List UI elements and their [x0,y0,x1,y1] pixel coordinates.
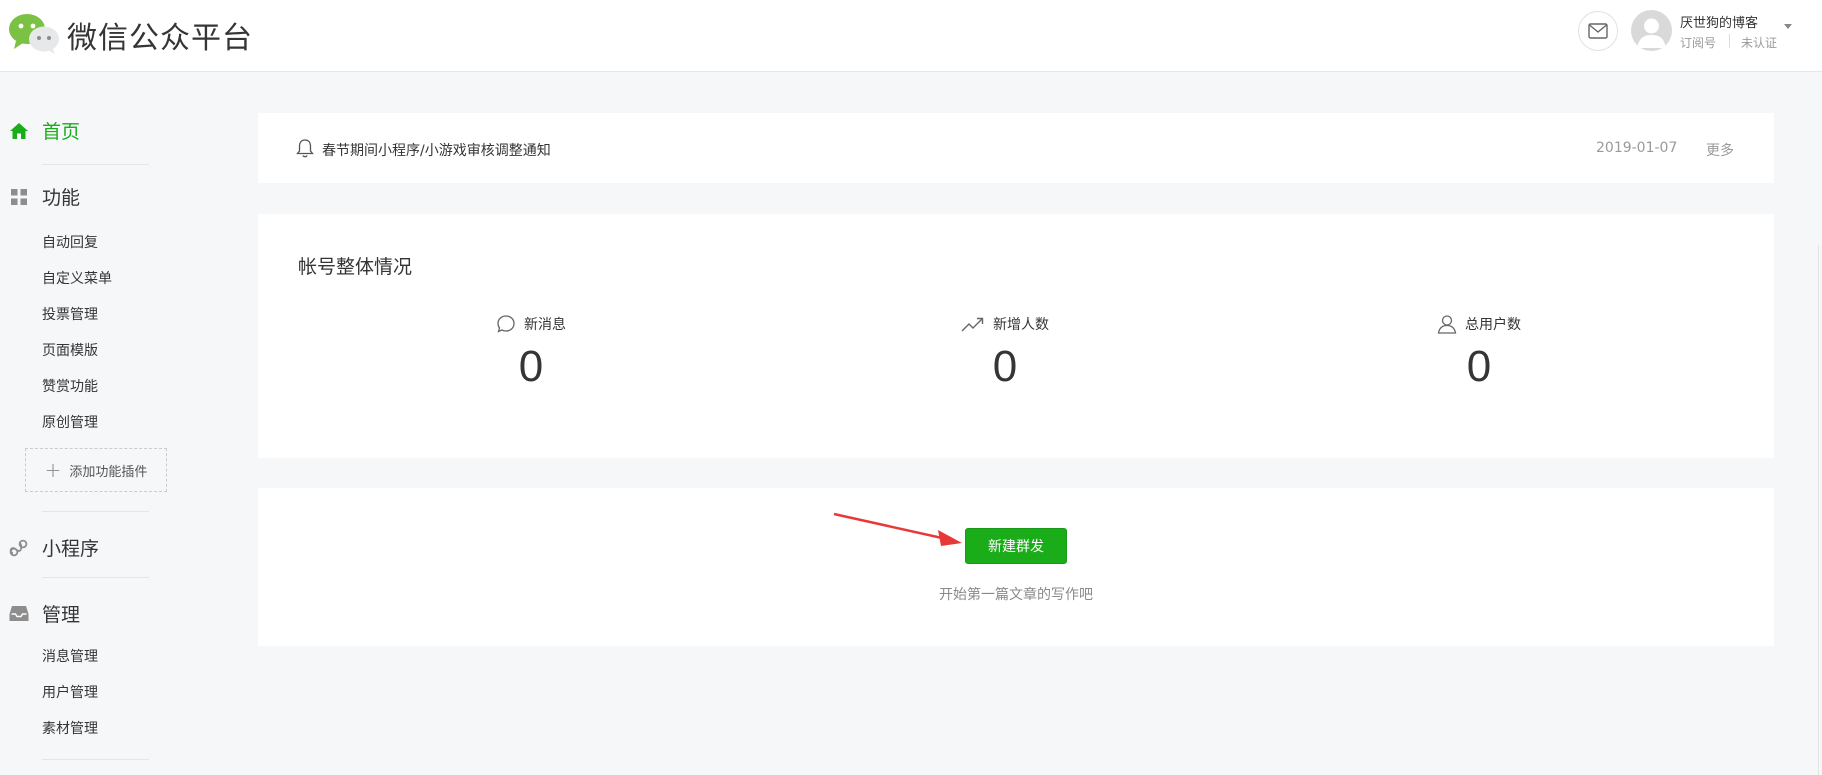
sidebar-item-custom-menu[interactable]: 自定义菜单 [42,268,112,288]
notice-date: 2019-01-07 [1596,140,1678,156]
top-header: 微信公众平台 厌世狗的博客 订阅号 未认证 [0,0,1822,72]
sidebar-divider [42,577,149,578]
overview-title: 帐号整体情况 [298,256,413,278]
sidebar-item-materials[interactable]: 素材管理 [42,718,98,738]
sidebar-divider [42,164,149,165]
notice-link[interactable]: 春节期间小程序/小游戏审核调整通知 [322,140,551,160]
brand-title[interactable]: 微信公众平台 [67,13,253,57]
new-broadcast-button[interactable]: 新建群发 [965,528,1067,564]
sidebar-divider [42,759,149,760]
account-overview-card: 帐号整体情况 新消息 0 新增人数 0 总用户数 0 [258,214,1774,458]
sidebar-item-messages[interactable]: 消息管理 [42,646,98,666]
sidebar-item-label: 管理 [42,604,81,626]
sidebar-item-label: 首页 [42,121,81,143]
compose-card: 新建群发 开始第一篇文章的写作吧 [258,488,1774,646]
user-icon [1437,314,1457,334]
sidebar-item-features[interactable]: 功能 [8,183,80,210]
sidebar-item-vote[interactable]: 投票管理 [42,304,98,324]
sidebar-item-page-template[interactable]: 页面模版 [42,340,98,360]
sidebar-item-auto-reply[interactable]: 自动回复 [42,232,98,252]
chevron-down-icon[interactable] [1784,24,1792,29]
wechat-logo [9,14,59,54]
sidebar-divider [42,511,149,512]
mail-icon [1588,23,1608,39]
sidebar: 首页 功能 自动回复 自定义菜单 投票管理 页面模版 赞赏功能 原创管理 + 添… [0,72,200,775]
sidebar-item-label: 小程序 [42,538,100,560]
miniprogram-icon [8,537,30,559]
home-icon [8,120,30,142]
trend-up-icon [961,315,985,333]
stat-new-messages[interactable]: 新消息 0 [421,314,641,392]
stat-value: 0 [992,342,1018,391]
avatar[interactable] [1631,10,1672,51]
sidebar-item-label: 功能 [42,187,81,209]
stat-label: 新增人数 [993,317,1049,333]
sidebar-item-original[interactable]: 原创管理 [42,412,98,432]
stat-value: 0 [518,342,544,391]
mail-button[interactable] [1578,11,1618,51]
account-name[interactable]: 厌世狗的博客 [1680,12,1758,31]
chat-bubble-icon [496,314,516,334]
stat-label: 新消息 [524,317,566,333]
sidebar-item-users[interactable]: 用户管理 [42,682,98,702]
stat-label: 总用户数 [1465,317,1521,333]
account-status: 未认证 [1741,36,1778,50]
sidebar-item-management[interactable]: 管理 [8,600,80,627]
notice-card: 春节期间小程序/小游戏审核调整通知 2019-01-07 更多 [258,113,1774,183]
stat-new-followers[interactable]: 新增人数 0 [895,314,1115,392]
plus-icon: + [44,458,62,482]
scrollbar-edge[interactable] [1818,245,1819,775]
account-type: 订阅号 [1680,36,1717,50]
account-separator [1729,34,1730,48]
add-plugin-label: 添加功能插件 [69,464,148,480]
sidebar-item-miniprogram[interactable]: 小程序 [8,534,99,561]
annotation-arrow-icon [833,512,962,546]
stat-total-users[interactable]: 总用户数 0 [1369,314,1589,392]
compose-hint: 开始第一篇文章的写作吧 [939,587,1093,603]
notice-more-link[interactable]: 更多 [1706,140,1734,160]
sidebar-item-reward[interactable]: 赞赏功能 [42,376,98,396]
add-plugin-button[interactable]: + 添加功能插件 [25,448,167,492]
stat-value: 0 [1466,342,1492,391]
bell-icon [296,139,314,158]
sidebar-item-home[interactable]: 首页 [8,117,80,144]
user-avatar-icon [1637,18,1666,48]
inbox-icon [8,603,30,625]
grid-icon [8,186,30,208]
